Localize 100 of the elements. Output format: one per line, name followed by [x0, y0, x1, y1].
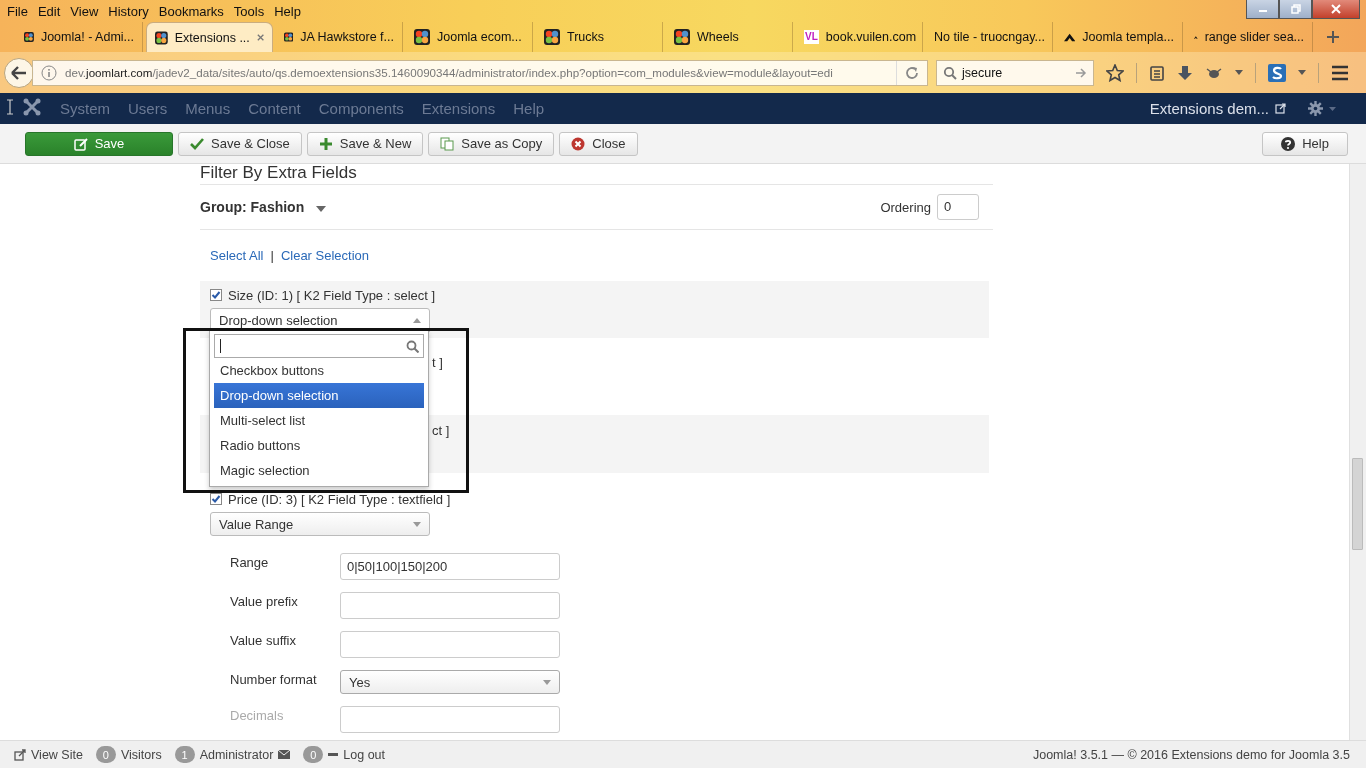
field-label: Price (ID: 3) [ K2 Field Type : textfield ]: [228, 491, 451, 507]
site-logo: VL: [804, 30, 819, 44]
dropdown-option[interactable]: Multi-select list: [214, 408, 424, 433]
field-label: Size (ID: 1) [ K2 Field Type : select ]: [228, 287, 436, 303]
reload-icon[interactable]: [905, 65, 919, 80]
minimize-button[interactable]: [1246, 0, 1279, 19]
section-title: Filter By Extra Fields: [200, 164, 993, 185]
setting-field[interactable]: [340, 631, 560, 658]
dropdown-option[interactable]: Magic selection: [214, 458, 424, 483]
tab-title: book.vuilen.com: [825, 30, 917, 44]
tab-title: Joomla ecom...: [437, 30, 522, 44]
menu-item[interactable]: History: [103, 3, 154, 19]
url-text: dev.joomlart.com/jadev2_data/sites/auto/qs.demoextensions35.1460090344/administrator/index.php?option=com_modules&view=module&layout=edi: [65, 66, 834, 79]
address-bar[interactable]: dev.joomlart.com/jadev2_data/sites/auto/qs.demoextensions35.1460090344/administrator/index.php?option=com_modules&view=module&layout=edi: [32, 59, 928, 86]
browser-tab[interactable]: Joomla templa...: [1056, 22, 1183, 52]
setting-field[interactable]: [340, 592, 560, 619]
s-logo-icon[interactable]: [1268, 63, 1286, 82]
info-icon: [41, 64, 57, 81]
menu-item[interactable]: Tools: [228, 3, 270, 19]
setting-label: Number format: [230, 671, 318, 689]
joomla-logo-icon: [414, 29, 430, 45]
dropdown-search-field[interactable]: [214, 334, 424, 358]
menu-item[interactable]: Bookmarks: [153, 3, 229, 19]
triangle-logo-icon: [1064, 32, 1076, 42]
go-arrow-icon[interactable]: [1075, 67, 1087, 78]
bookmark-star-icon[interactable]: [1106, 63, 1124, 82]
browser-tab[interactable]: Trucks: [536, 22, 663, 52]
checkmark-icon: [190, 136, 204, 151]
tab-title: Joomla templa...: [1082, 30, 1174, 44]
scrollbar[interactable]: [1349, 164, 1366, 740]
ordering-field[interactable]: 0: [937, 194, 979, 220]
toolbar-button[interactable]: Save: [25, 131, 173, 156]
download-icon[interactable]: [1177, 64, 1193, 81]
menu-item[interactable]: File: [2, 3, 33, 19]
toolbar-button[interactable]: Save & New: [306, 131, 424, 156]
view-site-link[interactable]: View Site: [31, 747, 83, 762]
setting-select[interactable]: Yes: [340, 670, 560, 694]
help-button[interactable]: Help: [1262, 131, 1348, 156]
plus-icon: [318, 136, 333, 151]
browser-tab[interactable]: Joomla ecom...: [406, 22, 533, 52]
browser-tab[interactable]: Wheels: [666, 22, 793, 52]
messages-count: 0: [303, 746, 324, 763]
admins-label: Administrator: [199, 747, 274, 762]
gear-icon[interactable]: [1308, 101, 1323, 116]
joomla-logo-icon: [284, 29, 294, 45]
joomla-logo-icon: [24, 29, 34, 45]
browser-tab[interactable]: JA Hawkstore f...: [276, 22, 403, 52]
caret-icon[interactable]: [316, 205, 327, 212]
setting-label: Value suffix: [230, 632, 297, 650]
caret-icon: [1329, 106, 1336, 111]
tab-title: JA Hawkstore f...: [300, 30, 394, 44]
menu-icon[interactable]: [1331, 64, 1349, 81]
close-icon[interactable]: [256, 33, 264, 42]
setting-field[interactable]: 0|50|100|150|200: [340, 553, 560, 580]
toolbar-button[interactable]: Save & Close: [178, 131, 302, 156]
browser-tab[interactable]: Joomla! - Admi...: [16, 22, 143, 52]
browser-tab[interactable]: No tile - truocngay...: [926, 22, 1053, 52]
back-button[interactable]: [4, 57, 34, 88]
new-tab-icon[interactable]: [1326, 30, 1340, 44]
restore-button[interactable]: [1279, 0, 1312, 19]
close-window-button[interactable]: [1312, 0, 1360, 19]
joomla-logo-icon: [674, 29, 690, 45]
browser-tab[interactable]: VL book.vuilen.com: [796, 22, 923, 52]
toolbar-button[interactable]: Close: [559, 131, 638, 156]
dropdown-option[interactable]: Radio buttons: [214, 433, 424, 458]
joomla-logo-icon: [544, 29, 560, 45]
checkbox[interactable]: [210, 289, 222, 301]
joomla-logo-icon[interactable]: [23, 98, 41, 116]
setting-label: Value prefix: [230, 593, 299, 611]
display-type-select[interactable]: Value Range: [210, 512, 430, 536]
field-label: ct ]: [432, 423, 450, 438]
external-link-icon: [1275, 103, 1286, 114]
up-caret-icon: [413, 317, 421, 323]
search-icon: [943, 65, 957, 80]
toolbar-button[interactable]: Save as Copy: [428, 131, 555, 156]
selection-link[interactable]: Clear Selection: [280, 248, 370, 263]
dropdown-option[interactable]: Drop-down selection: [214, 383, 424, 408]
caret-icon[interactable]: [1298, 70, 1306, 75]
caret-icon[interactable]: [1235, 70, 1243, 75]
menu-item[interactable]: Edit: [32, 3, 66, 19]
copyright-text: Joomla! 3.5.1 — © 2016 Extensions demo for Joomla 3.5: [1032, 747, 1350, 762]
dash-icon: [328, 753, 339, 756]
reading-list-icon[interactable]: [1149, 64, 1165, 81]
browser-tab[interactable]: range slider sea...: [1186, 22, 1313, 52]
admins-count: 1: [174, 746, 195, 763]
browser-tab[interactable]: Extensions ...: [146, 22, 273, 52]
setting-label: Decimals: [230, 707, 285, 725]
menu-item[interactable]: Help: [269, 3, 306, 19]
tab-title: Joomla! - Admi...: [40, 30, 134, 44]
search-field[interactable]: jsecure: [936, 59, 1094, 86]
setting-field[interactable]: [340, 706, 560, 733]
site-link[interactable]: Extensions dem...: [1149, 100, 1269, 117]
menu-item[interactable]: View: [65, 3, 104, 19]
selection-link[interactable]: Select All: [210, 248, 264, 263]
checkbox[interactable]: [210, 493, 222, 505]
back-arrow-icon: [11, 65, 27, 80]
bug-icon[interactable]: [1205, 65, 1223, 80]
logout-link[interactable]: Log out: [343, 747, 385, 762]
ordering-label: Ordering: [880, 199, 931, 215]
dropdown-option[interactable]: Checkbox buttons: [214, 358, 424, 383]
